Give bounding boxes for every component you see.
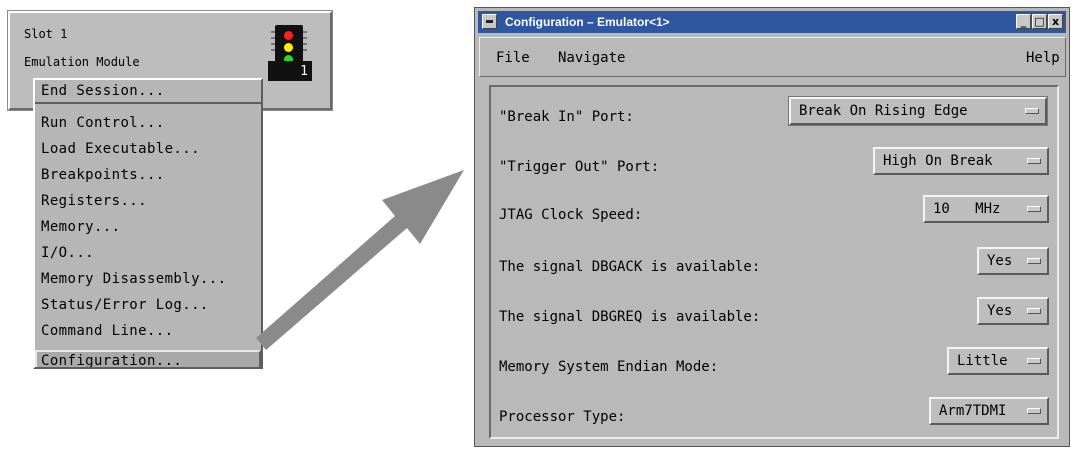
endian-mode-select[interactable]: Little (947, 347, 1049, 375)
chip-number: 1 (268, 61, 312, 81)
title-bar[interactable]: Configuration – Emulator<1> _ □ x (478, 11, 1066, 33)
break-in-port-select[interactable]: Break On Rising Edge (789, 97, 1047, 125)
dbgreq-select[interactable]: Yes (977, 297, 1049, 325)
jtag-clock-speed-value: 10 MHz (933, 201, 1001, 217)
menu-item-memory-disassembly[interactable]: Memory Disassembly... (41, 271, 226, 287)
callout-arrow-icon (256, 170, 464, 350)
break-in-port-label: "Break In" Port: (499, 109, 634, 125)
menu-item-load-executable[interactable]: Load Executable... (41, 141, 200, 157)
maximize-button[interactable]: □ (1032, 14, 1047, 29)
jtag-clock-speed-select[interactable]: 10 MHz (923, 195, 1049, 223)
menu-item-run-control[interactable]: Run Control... (41, 115, 165, 131)
option-menu-indicator-icon (1027, 308, 1041, 314)
yellow-led-icon (284, 43, 293, 52)
menu-item-breakpoints[interactable]: Breakpoints... (41, 167, 165, 183)
window-menu-icon[interactable] (482, 14, 497, 29)
option-menu-indicator-icon (1027, 206, 1041, 212)
menu-navigate[interactable]: Navigate (558, 50, 625, 66)
menu-item-configuration[interactable]: Configuration... (35, 350, 261, 369)
dbgreq-label: The signal DBGREQ is available: (499, 309, 761, 325)
red-led-icon (284, 31, 293, 40)
jtag-clock-speed-label: JTAG Clock Speed: (499, 207, 643, 223)
option-menu-indicator-icon (1027, 408, 1041, 414)
menu-help[interactable]: Help (1026, 50, 1060, 66)
option-menu-indicator-icon (1025, 108, 1039, 114)
option-menu-indicator-icon (1027, 158, 1041, 164)
menu-file[interactable]: File (496, 50, 530, 66)
processor-type-value: Arm7TDMI (939, 403, 1007, 419)
window-title: Configuration – Emulator<1> (505, 15, 670, 29)
option-menu-indicator-icon (1027, 358, 1041, 364)
configuration-window: Configuration – Emulator<1> _ □ x File N… (474, 7, 1070, 447)
endian-mode-label: Memory System Endian Mode: (499, 359, 719, 375)
menu-item-command-line[interactable]: Command Line... (41, 323, 173, 339)
slot-context-menu: End Session... Run Control... Load Execu… (33, 78, 263, 369)
menu-item-label: End Session... (41, 83, 165, 99)
minimize-button[interactable]: _ (1016, 14, 1031, 29)
option-menu-indicator-icon (1027, 258, 1041, 264)
close-button[interactable]: x (1048, 14, 1063, 29)
dbgack-label: The signal DBGACK is available: (499, 259, 761, 275)
endian-mode-value: Little (957, 353, 1008, 369)
menu-item-memory[interactable]: Memory... (41, 219, 120, 235)
menu-item-end-session[interactable]: End Session... (35, 80, 261, 104)
slot-subtitle: Emulation Module (24, 55, 140, 69)
trigger-out-port-value: High On Break (883, 153, 993, 169)
dbgack-select[interactable]: Yes (977, 247, 1049, 275)
processor-type-select[interactable]: Arm7TDMI (929, 397, 1049, 425)
dbgack-value: Yes (987, 253, 1013, 269)
trigger-out-port-label: "Trigger Out" Port: (499, 159, 660, 175)
dbgreq-value: Yes (987, 303, 1013, 319)
processor-type-label: Processor Type: (499, 409, 626, 425)
menu-bar: File Navigate Help (479, 37, 1066, 77)
menu-item-label: Configuration... (41, 353, 183, 369)
menu-item-status-error-log[interactable]: Status/Error Log... (41, 297, 209, 313)
slot-title: Slot 1 (24, 27, 68, 41)
menu-item-registers[interactable]: Registers... (41, 193, 147, 209)
settings-panel: "Break In" Port: Break On Rising Edge "T… (489, 85, 1059, 439)
trigger-out-port-select[interactable]: High On Break (873, 147, 1049, 175)
menu-item-io[interactable]: I/O... (41, 245, 94, 261)
break-in-port-value: Break On Rising Edge (799, 103, 968, 119)
